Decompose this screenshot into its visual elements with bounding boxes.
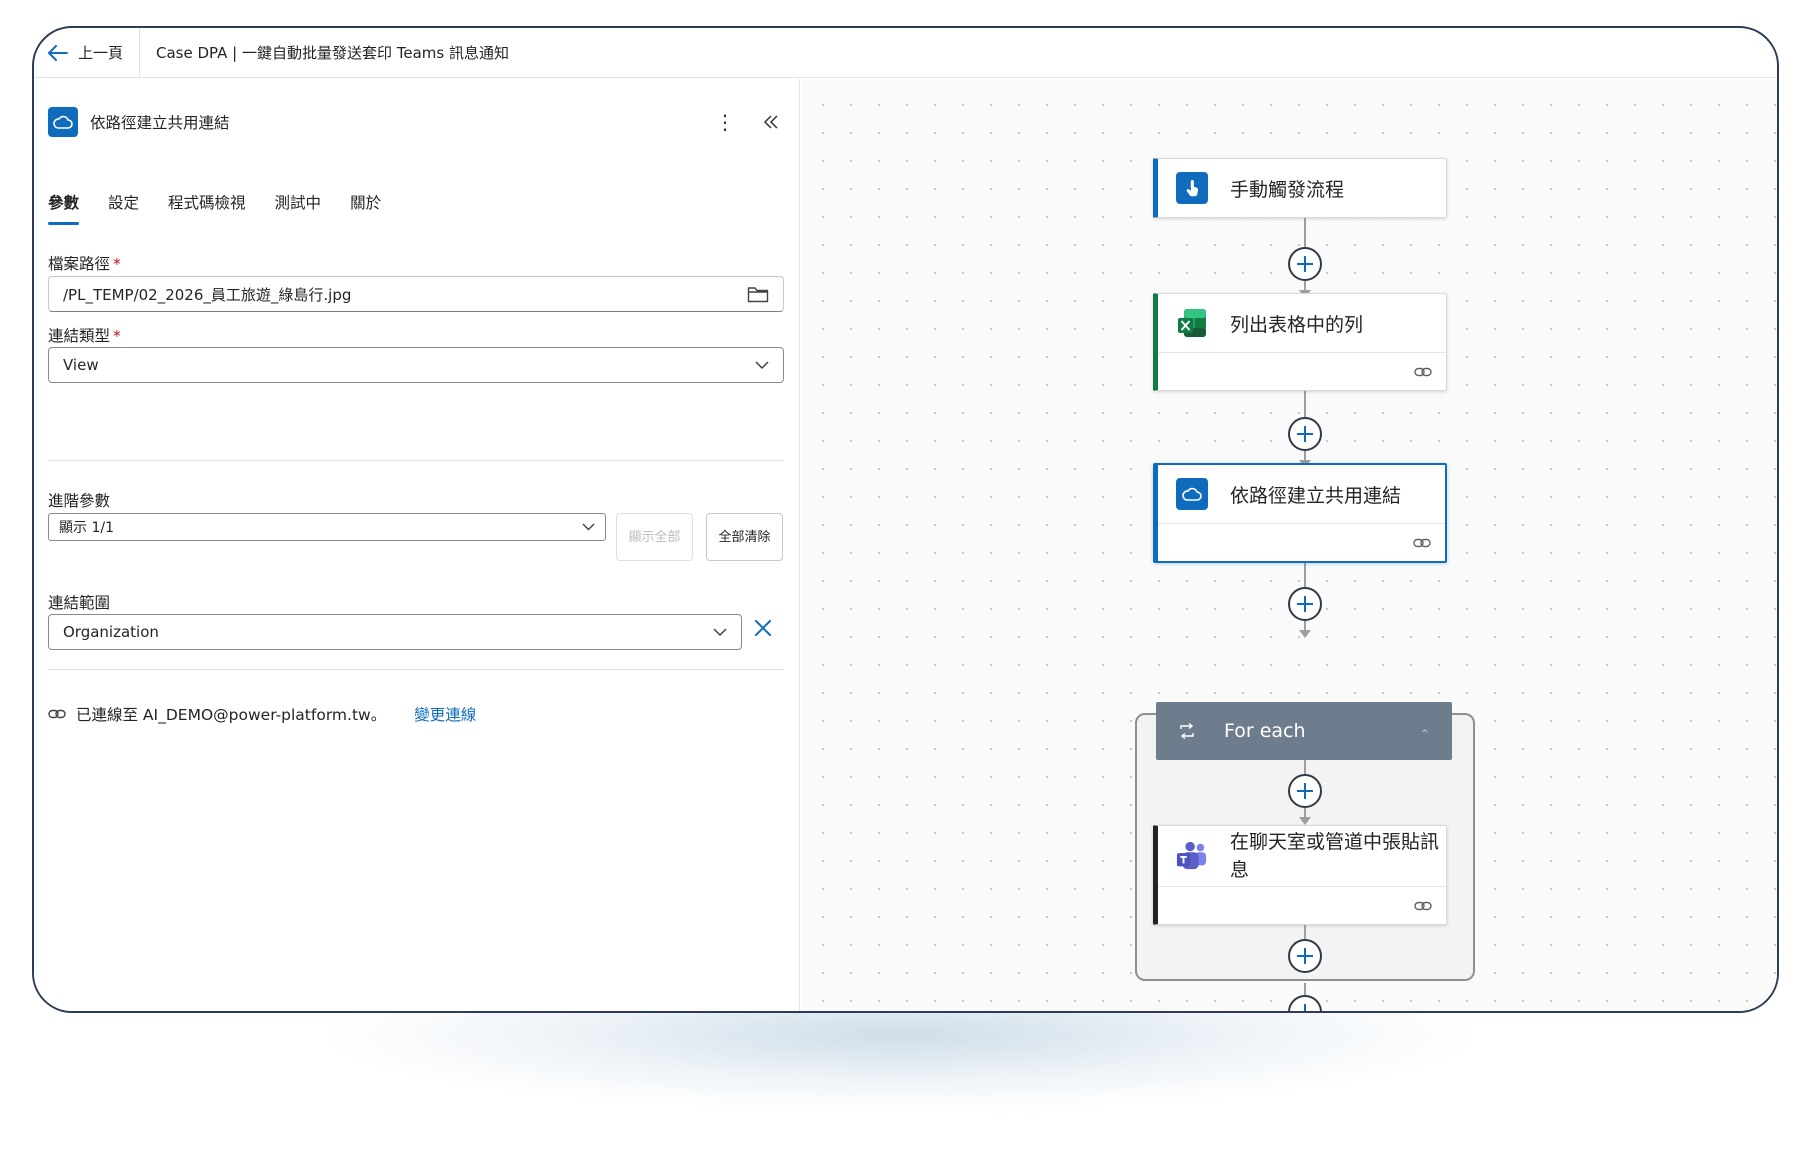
- breadcrumb: Case DPA | 一鍵自動批量發送套印 Teams 訊息通知: [156, 44, 509, 62]
- connector-line: [1304, 760, 1306, 774]
- share-link-step-label: 依路徑建立共用連結: [1230, 484, 1402, 507]
- add-step-button[interactable]: [1288, 587, 1322, 621]
- foreach-label: For each: [1224, 720, 1306, 742]
- section-divider: [48, 460, 784, 461]
- back-label: 上一頁: [78, 44, 124, 62]
- show-all-button[interactable]: 顯示全部: [616, 513, 693, 561]
- add-step-button[interactable]: [1288, 939, 1322, 973]
- change-connection-link[interactable]: 變更連線: [414, 703, 476, 725]
- plus-icon: [1297, 783, 1313, 799]
- double-chevron-left-icon[interactable]: [763, 115, 779, 129]
- link-icon: [1414, 367, 1432, 376]
- connection-text: 已連線至 AI_DEMO@power-platform.tw。: [76, 706, 387, 724]
- top-bar: 上一頁 Case DPA | 一鍵自動批量發送套印 Teams 訊息通知: [34, 28, 1777, 78]
- share-link-step-card[interactable]: 依路徑建立共用連結: [1153, 463, 1447, 563]
- file-path-label: 檔案路徑 *: [48, 255, 121, 273]
- plus-icon: [1297, 256, 1313, 272]
- teams-step-card[interactable]: 在聊天室或管道中張貼訊息: [1153, 825, 1447, 925]
- clear-all-button[interactable]: 全部清除: [706, 513, 783, 561]
- touch-icon: [1176, 172, 1208, 204]
- flow-canvas[interactable]: 手動觸發流程 列出表格中的列 依路徑建立共用連結 For each 在聊天室或管…: [801, 79, 1777, 1011]
- tab-testing[interactable]: 測試中: [275, 191, 322, 225]
- add-step-button[interactable]: [1288, 774, 1322, 808]
- add-step-button[interactable]: [1288, 247, 1322, 281]
- add-step-button[interactable]: [1288, 995, 1322, 1011]
- advanced-params-label: 進階參數: [48, 492, 111, 510]
- link-scope-label: 連結範圍: [48, 594, 111, 612]
- chevron-down-icon: [713, 628, 727, 636]
- panel-title: 依路徑建立共用連結: [90, 114, 230, 132]
- plus-icon: [1297, 1004, 1313, 1011]
- advanced-params-select[interactable]: 顯示 1/1: [48, 513, 606, 541]
- chevron-up-icon[interactable]: [1422, 727, 1452, 735]
- connector-arrow: [1299, 630, 1311, 638]
- tab-code-view[interactable]: 程式碼檢視: [168, 191, 246, 225]
- link-icon: [1414, 901, 1432, 910]
- excel-step-card[interactable]: 列出表格中的列: [1153, 293, 1447, 391]
- loop-icon: [1180, 723, 1194, 739]
- file-path-value: /PL_TEMP/02_2026_員工旅遊_綠島行.jpg: [63, 285, 352, 304]
- cloud-icon: [53, 115, 73, 129]
- connection-info: 已連線至 AI_DEMO@power-platform.tw。 變更連線: [48, 703, 476, 725]
- connector-line: [1304, 925, 1306, 939]
- tab-settings[interactable]: 設定: [108, 191, 139, 225]
- add-step-button[interactable]: [1288, 417, 1322, 451]
- link-scope-select[interactable]: Organization: [48, 614, 742, 650]
- cloud-icon: [1176, 478, 1208, 510]
- link-icon: [48, 709, 66, 719]
- more-vertical-icon[interactable]: ⋮: [715, 112, 735, 132]
- chevron-down-icon: [582, 523, 595, 531]
- teams-icon: [1176, 840, 1208, 872]
- plus-icon: [1297, 948, 1313, 964]
- link-icon: [1413, 538, 1431, 547]
- trigger-card[interactable]: 手動觸發流程: [1153, 158, 1447, 218]
- foreach-header[interactable]: For each: [1156, 702, 1452, 760]
- link-type-value: View: [63, 356, 99, 374]
- tab-about[interactable]: 關於: [350, 191, 381, 225]
- onedrive-action-icon: [48, 107, 78, 137]
- connector-line: [1304, 983, 1306, 995]
- plus-icon: [1297, 596, 1313, 612]
- back-button[interactable]: 上一頁: [34, 28, 141, 77]
- link-type-label: 連結類型 *: [48, 327, 121, 345]
- section-divider: [48, 669, 784, 670]
- folder-icon[interactable]: [747, 286, 769, 303]
- panel-tabs: 參數 設定 程式碼檢視 測試中 關於: [48, 191, 381, 225]
- excel-step-label: 列出表格中的列: [1230, 313, 1364, 336]
- link-type-select[interactable]: View: [48, 347, 784, 383]
- teams-step-label: 在聊天室或管道中張貼訊息: [1230, 831, 1440, 881]
- plus-icon: [1297, 426, 1313, 442]
- app-window: 上一頁 Case DPA | 一鍵自動批量發送套印 Teams 訊息通知 依路徑…: [32, 26, 1779, 1013]
- required-mark: *: [113, 327, 121, 345]
- arrow-left-icon: [48, 44, 68, 61]
- link-scope-value: Organization: [63, 623, 159, 641]
- excel-icon: [1176, 307, 1208, 339]
- connector-line: [1304, 217, 1306, 247]
- trigger-label: 手動觸發流程: [1230, 178, 1345, 201]
- connector-line: [1304, 561, 1306, 587]
- action-panel: 依路徑建立共用連結 ⋮ 參數 設定 程式碼檢視 測試中 關於 檔案路徑 * /PL…: [34, 79, 800, 1011]
- connector-line: [1304, 391, 1306, 417]
- panel-header: 依路徑建立共用連結 ⋮: [48, 105, 785, 139]
- close-icon[interactable]: [754, 619, 772, 637]
- required-mark: *: [113, 255, 121, 273]
- advanced-params-value: 顯示 1/1: [59, 520, 114, 536]
- chevron-down-icon: [755, 361, 769, 369]
- tab-parameters[interactable]: 參數: [48, 191, 80, 225]
- connector-arrow: [1299, 817, 1311, 825]
- file-path-input[interactable]: /PL_TEMP/02_2026_員工旅遊_綠島行.jpg: [48, 276, 784, 312]
